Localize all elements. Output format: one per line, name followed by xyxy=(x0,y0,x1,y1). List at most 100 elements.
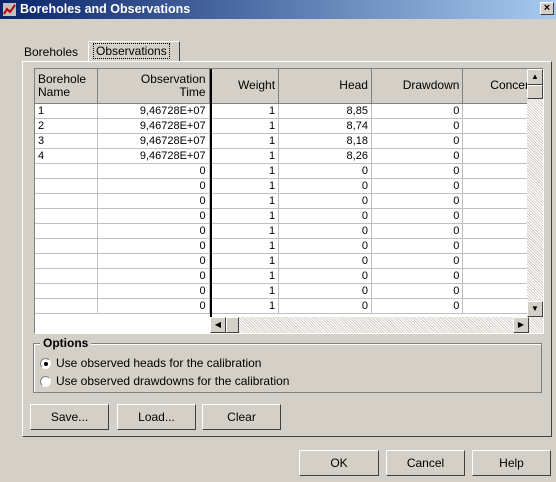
grid-cell[interactable]: 0 xyxy=(278,223,372,239)
grid-cell[interactable]: 1 xyxy=(209,208,280,224)
grid-cell[interactable]: 1 xyxy=(209,118,280,134)
column-header[interactable]: Borehole Name xyxy=(35,69,99,104)
grid-cell[interactable] xyxy=(35,283,99,299)
cancel-button[interactable]: Cancel xyxy=(386,450,465,476)
grid-cell[interactable]: 0 xyxy=(97,163,210,179)
grid-cell[interactable] xyxy=(35,208,99,224)
horizontal-scrollbar[interactable]: ◀ ▶ xyxy=(210,317,543,333)
radio-selected-icon[interactable] xyxy=(40,357,51,369)
grid-cell[interactable]: 0 xyxy=(371,178,464,194)
grid-cell[interactable]: 8,26 xyxy=(278,148,372,164)
grid-cell[interactable]: 9,46728E+07 xyxy=(97,103,210,119)
grid-cell[interactable]: 8,18 xyxy=(278,133,372,149)
column-header-line1: Head xyxy=(339,78,368,93)
grid-cell[interactable]: 1 xyxy=(209,133,280,149)
grid-cell[interactable]: 0 xyxy=(371,298,464,314)
grid-cell[interactable]: 0 xyxy=(278,208,372,224)
scroll-right-arrow-icon[interactable]: ▶ xyxy=(513,317,529,333)
ok-button[interactable]: OK xyxy=(299,450,379,476)
grid-cell[interactable]: 0 xyxy=(97,283,210,299)
grid-cell[interactable] xyxy=(35,163,99,179)
grid-cell[interactable] xyxy=(35,223,99,239)
grid-cell[interactable]: 9,46728E+07 xyxy=(97,133,210,149)
grid-cell[interactable]: 1 xyxy=(209,268,280,284)
load-button[interactable]: Load... xyxy=(117,404,196,430)
radio-use-drawdowns[interactable]: Use observed drawdowns for the calibrati… xyxy=(40,374,289,388)
grid-cell[interactable]: 0 xyxy=(97,238,210,254)
grid-cell[interactable] xyxy=(35,238,99,254)
grid-cell[interactable]: 0 xyxy=(371,133,464,149)
grid-cell[interactable]: 1 xyxy=(209,103,280,119)
tab-observations[interactable]: Observations xyxy=(88,41,180,62)
grid-cell[interactable]: 0 xyxy=(278,193,372,209)
grid-cell[interactable]: 0 xyxy=(371,223,464,239)
grid-cell[interactable]: 3 xyxy=(35,133,99,149)
close-button[interactable]: × xyxy=(540,2,554,15)
grid-cell[interactable]: 0 xyxy=(97,223,210,239)
radio-use-heads[interactable]: Use observed heads for the calibration xyxy=(40,356,261,370)
grid-cell[interactable]: 0 xyxy=(278,268,372,284)
column-header[interactable]: Head xyxy=(278,69,372,104)
grid-cell[interactable]: 0 xyxy=(371,163,464,179)
grid-cell[interactable] xyxy=(35,298,99,314)
radio-unselected-icon[interactable] xyxy=(40,375,51,387)
scroll-left-arrow-icon[interactable]: ◀ xyxy=(210,317,226,333)
grid-cell[interactable]: 8,74 xyxy=(278,118,372,134)
grid-cell[interactable]: 1 xyxy=(209,223,280,239)
grid-cell[interactable]: 0 xyxy=(371,148,464,164)
grid-cell[interactable]: 0 xyxy=(278,163,372,179)
grid-cell[interactable]: 0 xyxy=(97,298,210,314)
tab-boreholes[interactable]: Boreholes xyxy=(20,43,88,62)
grid-cell[interactable]: 0 xyxy=(278,238,372,254)
grid-cell[interactable]: 8,85 xyxy=(278,103,372,119)
grid-cell[interactable]: 0 xyxy=(278,298,372,314)
grid-cell[interactable] xyxy=(35,178,99,194)
grid-cell[interactable]: 0 xyxy=(371,208,464,224)
grid-cell[interactable]: 1 xyxy=(209,178,280,194)
grid-cell[interactable]: 0 xyxy=(97,178,210,194)
horizontal-scroll-thumb[interactable] xyxy=(226,317,239,333)
grid-cell[interactable]: 1 xyxy=(209,298,280,314)
grid-cell[interactable] xyxy=(35,268,99,284)
grid-cell[interactable]: 0 xyxy=(371,268,464,284)
grid-cell[interactable]: 1 xyxy=(209,148,280,164)
column-header[interactable]: Observation Time xyxy=(97,69,210,104)
grid-cell[interactable]: 1 xyxy=(209,283,280,299)
save-button[interactable]: Save... xyxy=(30,404,109,430)
grid-cell[interactable]: 1 xyxy=(35,103,99,119)
grid-cell[interactable]: 1 xyxy=(209,253,280,269)
grid-cell[interactable]: 1 xyxy=(209,193,280,209)
grid-cell[interactable]: 0 xyxy=(278,253,372,269)
grid-cell[interactable]: 1 xyxy=(209,238,280,254)
grid-cell[interactable] xyxy=(35,253,99,269)
grid-cell[interactable]: 0 xyxy=(371,193,464,209)
grid-cell[interactable] xyxy=(35,193,99,209)
grid-cell[interactable]: 0 xyxy=(97,193,210,209)
clear-button[interactable]: Clear xyxy=(202,404,281,430)
scroll-up-arrow-icon[interactable]: ▲ xyxy=(527,69,543,85)
grid-cell[interactable]: 0 xyxy=(278,283,372,299)
vertical-scrollbar[interactable]: ▲ ▼ xyxy=(527,69,543,317)
grid-cell[interactable]: 0 xyxy=(97,253,210,269)
table-row: 0100 xyxy=(35,298,543,314)
grid-cell[interactable]: 0 xyxy=(278,178,372,194)
grid-cell[interactable]: 0 xyxy=(371,103,464,119)
grid-cell[interactable]: 1 xyxy=(209,163,280,179)
column-header[interactable]: Weight xyxy=(209,69,280,104)
scroll-down-arrow-icon[interactable]: ▼ xyxy=(527,301,543,317)
grid-cell[interactable]: 0 xyxy=(371,238,464,254)
title-bar[interactable]: Boreholes and Observations × xyxy=(0,0,556,19)
grid-cell[interactable]: 0 xyxy=(371,118,464,134)
grid-cell[interactable]: 9,46728E+07 xyxy=(97,148,210,164)
grid-cell[interactable]: 9,46728E+07 xyxy=(97,118,210,134)
grid-cell[interactable]: 0 xyxy=(97,268,210,284)
grid-cell[interactable]: 4 xyxy=(35,148,99,164)
grid-cell[interactable]: 0 xyxy=(371,283,464,299)
observations-grid[interactable]: Borehole Name Observation Time Weight Head Dra… xyxy=(34,68,544,334)
help-button[interactable]: Help xyxy=(472,450,551,476)
grid-cell[interactable]: 2 xyxy=(35,118,99,134)
grid-cell[interactable]: 0 xyxy=(371,253,464,269)
vertical-scroll-thumb[interactable] xyxy=(527,85,543,99)
grid-cell[interactable]: 0 xyxy=(97,208,210,224)
column-header[interactable]: Drawdown xyxy=(371,69,464,104)
